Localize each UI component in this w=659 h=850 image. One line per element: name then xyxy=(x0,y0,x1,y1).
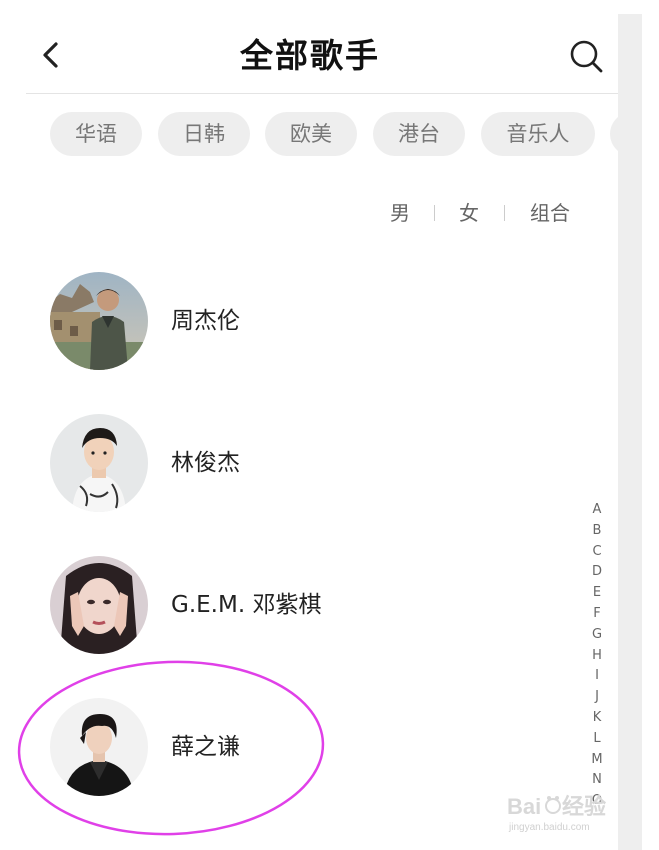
filter-group[interactable]: 组合 xyxy=(530,198,570,228)
index-letter[interactable]: E xyxy=(586,583,608,604)
singer-list-screen: 全部歌手 华语 日韩 欧美 港台 音乐人 男 女 组合 周杰伦 林俊杰 G.E.… xyxy=(0,0,659,850)
artist-row[interactable]: G.E.M. 邓紫棋 xyxy=(0,556,580,656)
index-letter[interactable]: N xyxy=(586,770,608,791)
back-button[interactable] xyxy=(36,36,70,74)
tab-huayu[interactable]: 华语 xyxy=(50,112,142,156)
index-letter[interactable]: I xyxy=(586,666,608,687)
chevron-left-icon xyxy=(43,42,58,68)
search-icon xyxy=(570,40,603,73)
index-letter[interactable]: B xyxy=(586,521,608,542)
index-letter[interactable]: G xyxy=(586,625,608,646)
index-letter[interactable]: O xyxy=(586,791,608,812)
search-button[interactable] xyxy=(566,36,606,76)
artist-name: 周杰伦 xyxy=(171,308,240,334)
filter-separator xyxy=(504,205,505,221)
artist-row[interactable]: 周杰伦 xyxy=(0,272,580,372)
tab-musician[interactable]: 音乐人 xyxy=(481,112,595,156)
filter-separator xyxy=(434,205,435,221)
artist-row[interactable]: 林俊杰 xyxy=(0,414,580,514)
scrollbar[interactable] xyxy=(618,14,642,850)
index-letter[interactable]: L xyxy=(586,729,608,750)
artist-row-highlighted[interactable]: 薛之谦 xyxy=(0,698,580,798)
index-letter[interactable]: J xyxy=(586,687,608,708)
alphabet-index: A B C D E F G H I J K L M N O xyxy=(586,500,608,812)
index-letter[interactable]: A xyxy=(586,500,608,521)
avatar xyxy=(50,272,148,370)
index-letter[interactable]: K xyxy=(586,708,608,729)
gender-filter: 男 女 组合 xyxy=(388,198,588,228)
artist-name: G.E.M. 邓紫棋 xyxy=(171,592,322,618)
filter-female[interactable]: 女 xyxy=(459,198,479,228)
filter-male[interactable]: 男 xyxy=(390,198,410,228)
header-divider xyxy=(26,93,618,94)
artist-name: 薛之谦 xyxy=(171,734,240,760)
region-tabs: 华语 日韩 欧美 港台 音乐人 xyxy=(0,112,618,158)
avatar xyxy=(50,414,148,512)
avatar xyxy=(50,556,148,654)
index-letter[interactable]: M xyxy=(586,750,608,771)
top-bar: 全部歌手 xyxy=(0,20,618,94)
index-letter[interactable]: F xyxy=(586,604,608,625)
index-letter[interactable]: C xyxy=(586,542,608,563)
svg-text:jingyan.baidu.com: jingyan.baidu.com xyxy=(508,822,590,833)
index-letter[interactable]: H xyxy=(586,646,608,667)
index-letter[interactable]: D xyxy=(586,562,608,583)
tab-rihan[interactable]: 日韩 xyxy=(158,112,250,156)
artist-name: 林俊杰 xyxy=(171,450,240,476)
avatar xyxy=(50,698,148,796)
tab-more-partial[interactable] xyxy=(610,112,618,156)
page-title: 全部歌手 xyxy=(240,36,380,75)
tab-gangtai[interactable]: 港台 xyxy=(373,112,465,156)
tab-oumei[interactable]: 欧美 xyxy=(265,112,357,156)
